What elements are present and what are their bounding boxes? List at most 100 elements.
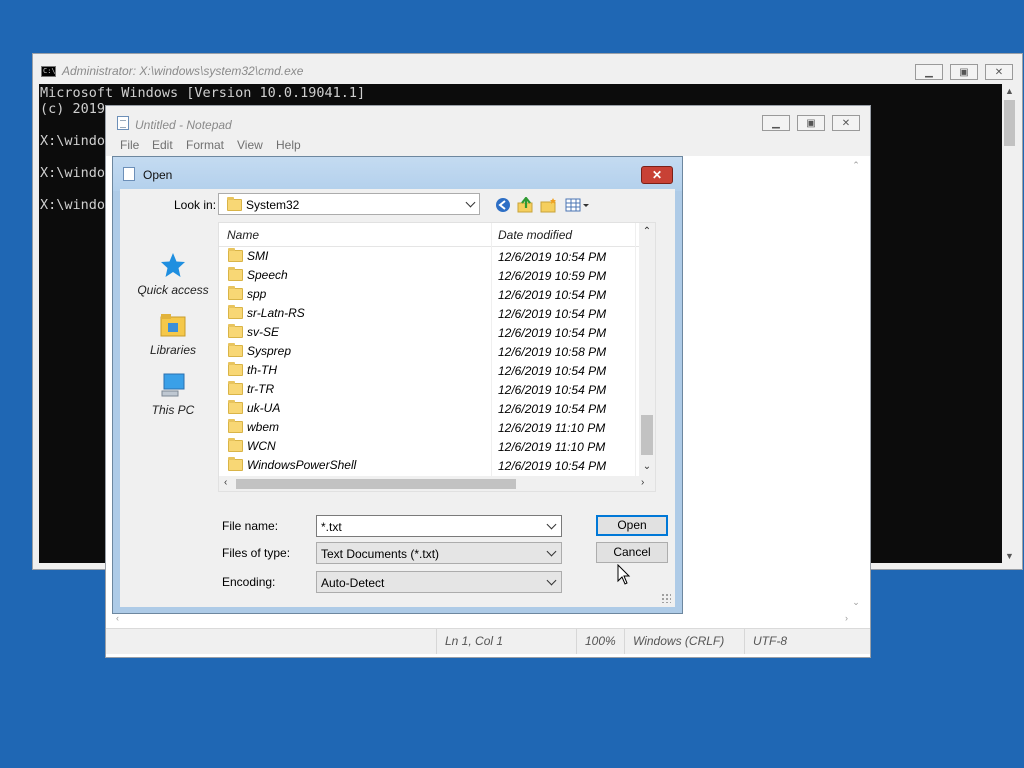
folder-icon	[228, 343, 243, 357]
chevron-down-icon[interactable]	[546, 519, 557, 530]
file-name-cell: WindowsPowerShell	[228, 457, 357, 472]
maximize-icon: ▣	[959, 66, 969, 78]
file-row[interactable]: WindowsPowerShell12/6/2019 10:54 PMFi	[219, 456, 651, 475]
libraries-icon	[160, 314, 186, 337]
maximize-icon: ▣	[806, 117, 816, 129]
chevron-down-icon	[546, 546, 557, 557]
file-row[interactable]: tr-TR12/6/2019 10:54 PMFi	[219, 380, 651, 399]
file-date: 12/6/2019 10:54 PM	[498, 459, 607, 473]
scroll-right-icon[interactable]: ›	[845, 613, 848, 623]
file-name-text: WindowsPowerShell	[247, 458, 357, 472]
cmd-scrollbar[interactable]: ▲ ▼	[1002, 84, 1017, 563]
file-list-vertical-scrollbar[interactable]: ⌃ ⌄	[639, 223, 655, 476]
file-date: 12/6/2019 10:54 PM	[498, 288, 607, 302]
view-menu-button[interactable]	[565, 197, 591, 213]
menu-view[interactable]: View	[237, 138, 263, 152]
notepad-app-icon	[117, 116, 129, 130]
place-quick-access[interactable]: Quick access	[128, 251, 218, 297]
files-of-type-label: Files of type:	[222, 546, 291, 560]
column-name[interactable]: Name	[227, 228, 259, 242]
file-list-header: Name ⌃ Date modified Ty	[219, 223, 653, 247]
file-row[interactable]: sv-SE12/6/2019 10:54 PMFi	[219, 323, 651, 342]
status-bar: Ln 1, Col 1 100% Windows (CRLF) UTF-8	[106, 628, 870, 654]
file-name-text: WCN	[247, 439, 276, 453]
menu-file[interactable]: File	[120, 138, 139, 152]
scroll-left-icon[interactable]: ‹	[116, 613, 119, 623]
file-row[interactable]: spp12/6/2019 10:54 PMFi	[219, 285, 651, 304]
file-name-text: th-TH	[247, 363, 277, 377]
place-libraries[interactable]: Libraries	[128, 311, 218, 357]
column-date-modified[interactable]: Date modified	[498, 228, 572, 242]
star-icon	[161, 253, 185, 277]
scroll-up-icon[interactable]: ⌃	[848, 160, 864, 171]
scroll-down-icon[interactable]: ▼	[1002, 549, 1017, 563]
open-button[interactable]: Open	[596, 515, 668, 536]
file-name-cell: th-TH	[228, 362, 277, 377]
editor-horizontal-scrollbar[interactable]: ‹ ›	[112, 612, 854, 626]
scroll-up-icon[interactable]: ▲	[1002, 84, 1017, 98]
up-folder-button[interactable]	[517, 197, 535, 213]
file-list[interactable]: Name ⌃ Date modified Ty SMI 12/6/2019 10:…	[218, 222, 656, 492]
file-name-cell: uk-UA	[228, 400, 281, 415]
file-name-cell: wbem	[228, 419, 279, 434]
place-label: Quick access	[137, 283, 209, 297]
files-of-type-dropdown[interactable]: Text Documents (*.txt)	[316, 542, 562, 564]
close-button[interactable]: ✕	[832, 115, 860, 131]
folder-icon	[228, 400, 243, 414]
new-folder-button[interactable]	[540, 197, 558, 213]
file-row[interactable]: Speech12/6/2019 10:59 PMFi	[219, 266, 651, 285]
menu-format[interactable]: Format	[186, 138, 224, 152]
file-date: 12/6/2019 10:54 PM	[498, 364, 607, 378]
cmd-title: Administrator: X:\windows\system32\cmd.e…	[62, 64, 304, 78]
scroll-thumb[interactable]	[641, 415, 653, 455]
status-encoding: UTF-8	[744, 629, 864, 654]
dialog-titlebar[interactable]: Open ✕	[113, 157, 682, 191]
file-name-input[interactable]: *.txt	[316, 515, 562, 537]
scroll-down-icon[interactable]: ⌄	[639, 461, 655, 472]
cancel-button[interactable]: Cancel	[596, 542, 668, 563]
maximize-button[interactable]: ▣	[797, 115, 825, 131]
new-folder-icon	[540, 198, 556, 213]
back-arrow-icon	[496, 198, 510, 212]
file-row[interactable]: uk-UA12/6/2019 10:54 PMFi	[219, 399, 651, 418]
dialog-close-button[interactable]: ✕	[641, 166, 673, 184]
file-name-cell: tr-TR	[228, 381, 275, 396]
close-button[interactable]: ✕	[985, 64, 1013, 80]
file-row[interactable]: wbem12/6/2019 11:10 PMFi	[219, 418, 651, 437]
chevron-down-icon	[465, 197, 476, 208]
encoding-dropdown[interactable]: Auto-Detect	[316, 571, 562, 593]
scroll-up-icon[interactable]: ⌃	[639, 226, 655, 237]
place-this-pc[interactable]: This PC	[128, 371, 218, 417]
close-icon: ✕	[994, 66, 1004, 78]
scroll-thumb[interactable]	[1004, 100, 1015, 146]
minimize-button[interactable]: ▁	[915, 64, 943, 80]
scroll-right-icon[interactable]: ›	[641, 477, 644, 488]
file-row[interactable]: SMI12/6/2019 10:54 PMFi	[219, 247, 651, 266]
scroll-left-icon[interactable]: ‹	[224, 477, 227, 488]
scroll-down-icon[interactable]: ⌄	[848, 597, 864, 608]
encoding-value: Auto-Detect	[321, 576, 385, 590]
scroll-thumb[interactable]	[236, 479, 516, 489]
look-in-dropdown[interactable]: System32	[218, 193, 480, 215]
minimize-button[interactable]: ▁	[762, 115, 790, 131]
maximize-button[interactable]: ▣	[950, 64, 978, 80]
editor-vertical-scrollbar[interactable]: ⌃ ⌄	[848, 156, 864, 618]
menu-edit[interactable]: Edit	[152, 138, 173, 152]
file-row[interactable]: sr-Latn-RS12/6/2019 10:54 PMFi	[219, 304, 651, 323]
file-name-text: tr-TR	[247, 382, 275, 396]
file-row[interactable]: Sysprep12/6/2019 10:58 PMFi	[219, 342, 651, 361]
file-list-horizontal-scrollbar[interactable]: ‹ ›	[219, 476, 655, 491]
file-name-text: Sysprep	[247, 344, 292, 358]
file-name-cell: spp	[228, 286, 266, 301]
cmd-titlebar[interactable]: C:\ Administrator: X:\windows\system32\c…	[33, 54, 1022, 84]
folder-icon	[228, 267, 243, 281]
notepad-titlebar[interactable]: Untitled - Notepad ▁ ▣ ✕	[106, 106, 870, 136]
file-date: 12/6/2019 11:10 PM	[498, 421, 606, 435]
file-row[interactable]: th-TH12/6/2019 10:54 PMFi	[219, 361, 651, 380]
console-line: Microsoft Windows [Version 10.0.19041.1]	[40, 85, 366, 101]
menu-help[interactable]: Help	[276, 138, 301, 152]
resize-grip[interactable]	[661, 593, 671, 603]
file-row[interactable]: WCN12/6/2019 11:10 PMFi	[219, 437, 651, 456]
back-button[interactable]	[494, 197, 512, 213]
file-name-text: uk-UA	[247, 401, 281, 415]
